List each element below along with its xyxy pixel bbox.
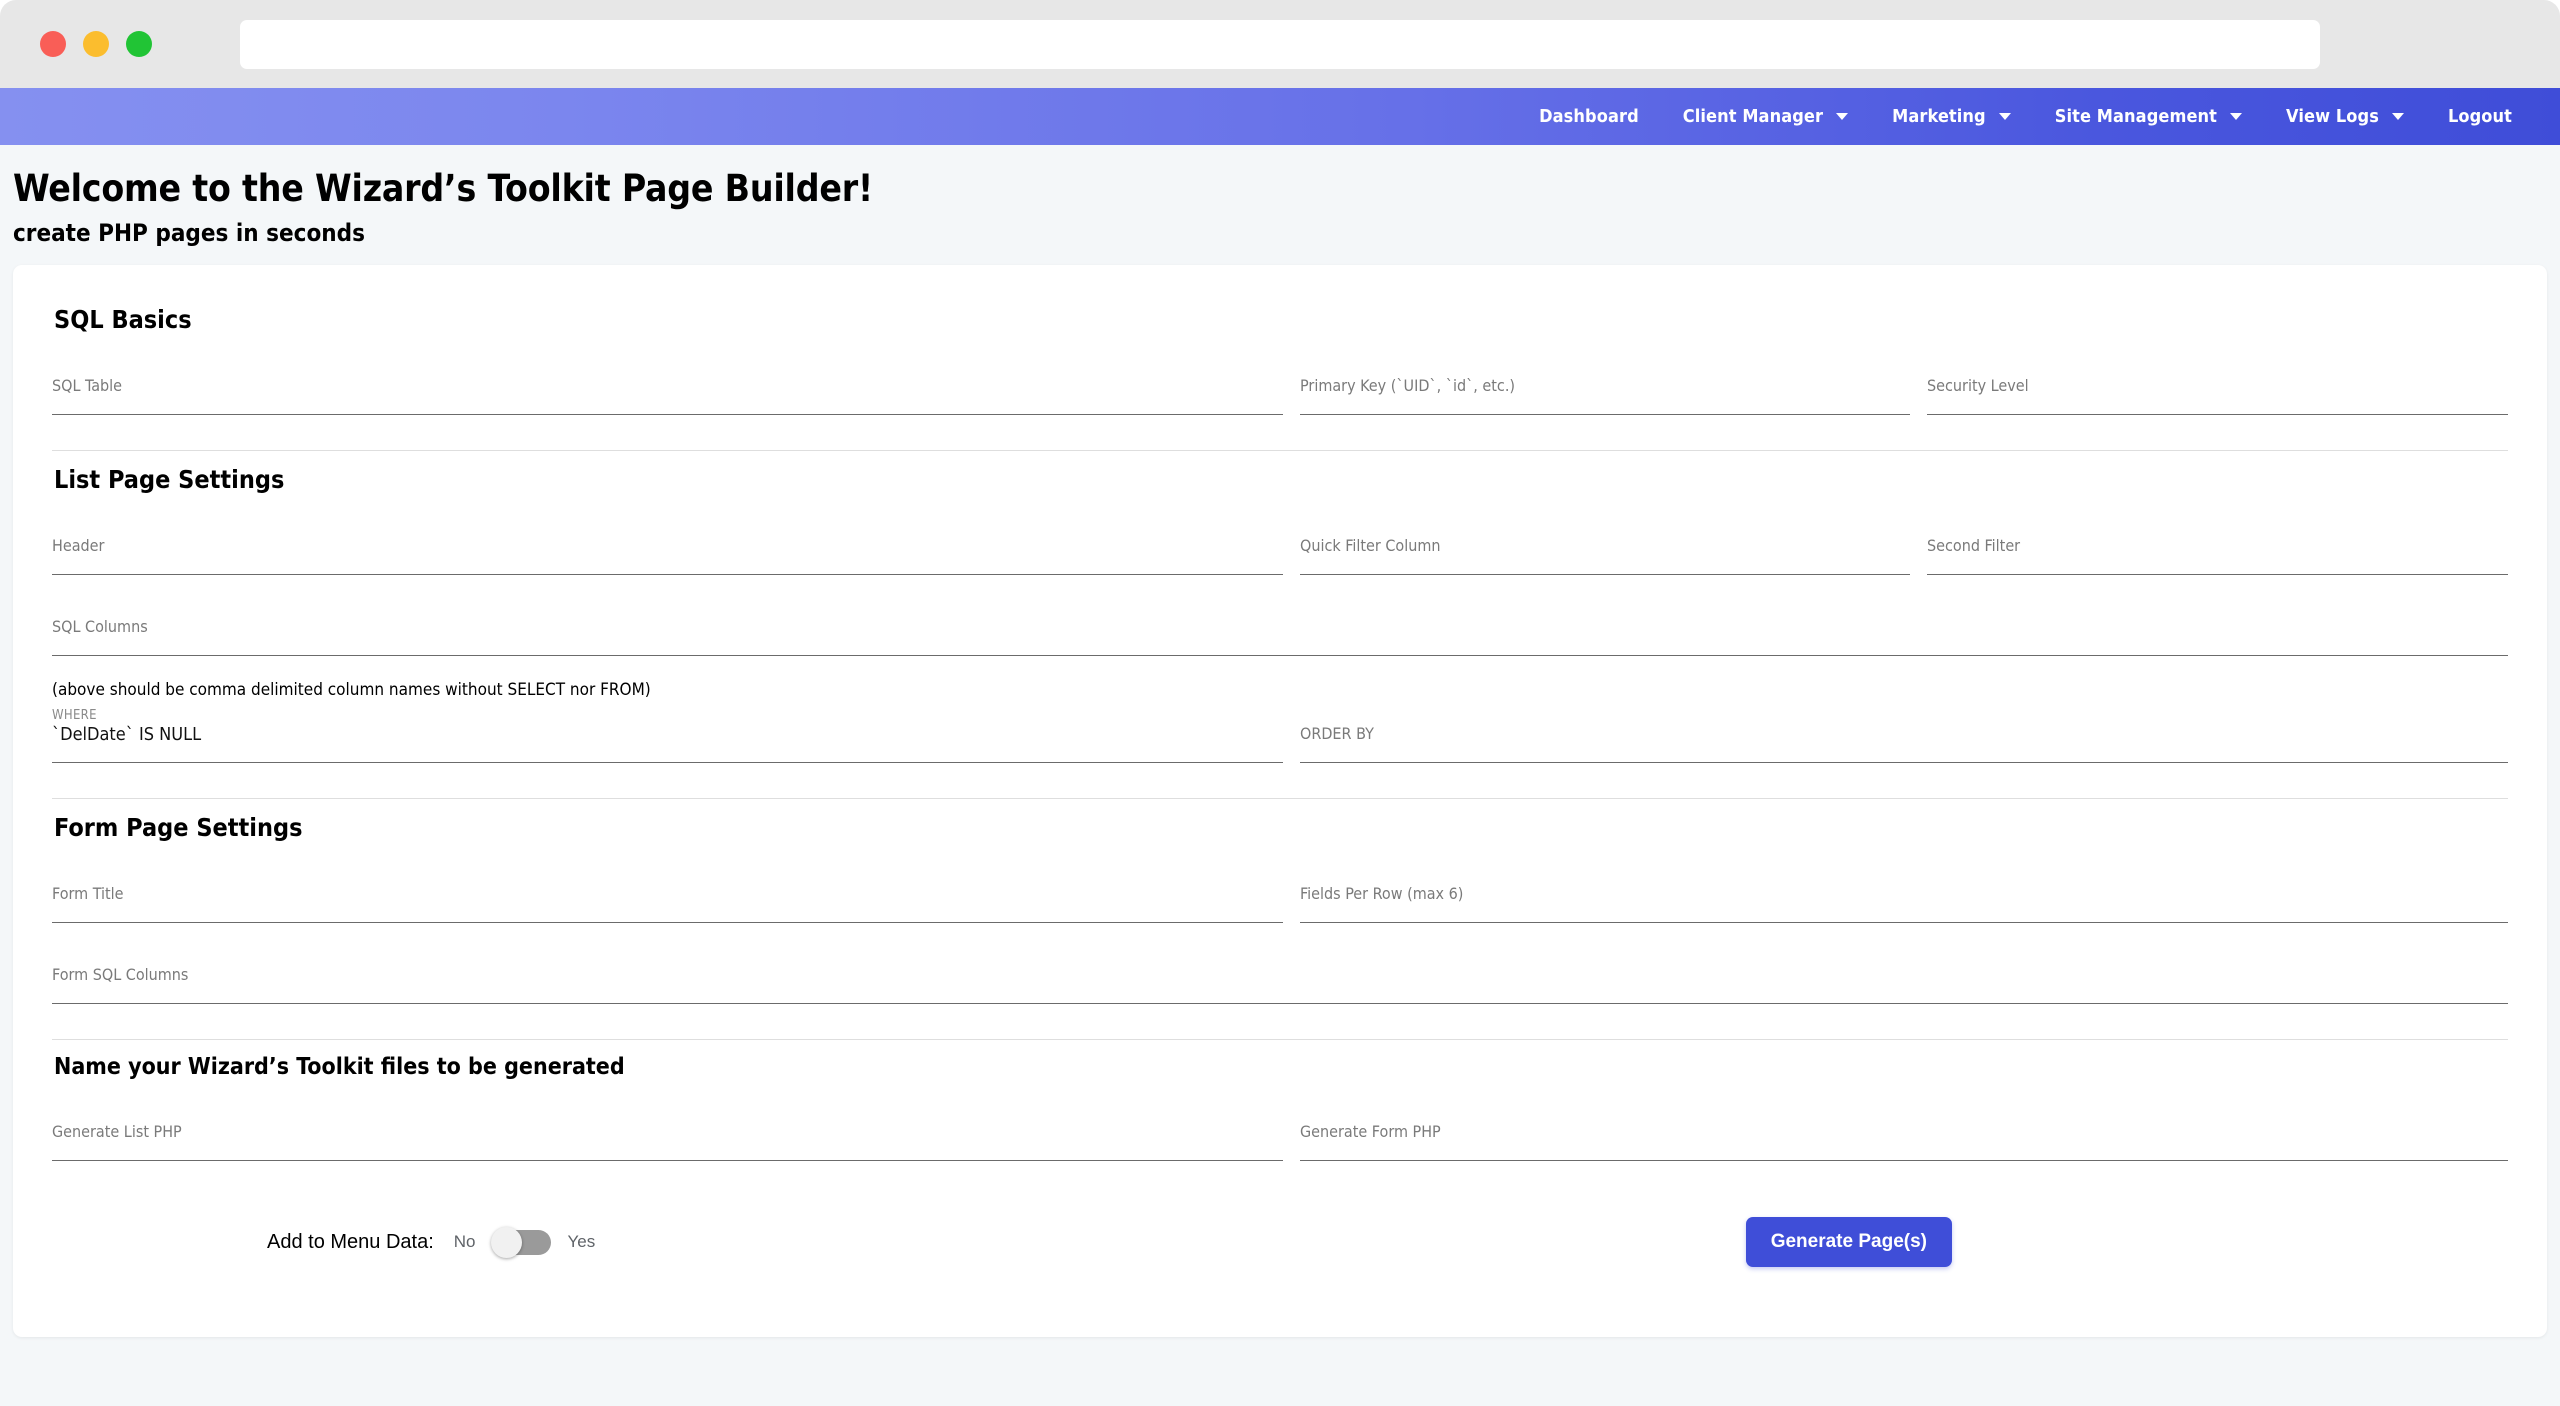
field-form-title[interactable]: Form Title xyxy=(52,868,1283,923)
nav-label: Site Management xyxy=(2054,106,2218,127)
field-quick-filter-column[interactable]: Quick Filter Column xyxy=(1300,520,1910,575)
chevron-down-icon xyxy=(1998,113,2011,120)
nav-label: Logout xyxy=(2447,106,2512,127)
quick-filter-column-placeholder: Quick Filter Column xyxy=(1300,536,1441,555)
primary-key-placeholder: Primary Key (`UID`, `id`, etc.) xyxy=(1300,376,1516,395)
address-bar-input[interactable] xyxy=(240,19,2320,69)
nav-item-dashboard[interactable]: Dashboard xyxy=(1517,98,1661,135)
page-title: Welcome to the Wizard’s Toolkit Page Bui… xyxy=(13,167,873,210)
page-body: Welcome to the Wizard’s Toolkit Page Bui… xyxy=(0,145,2560,1406)
nav-label: Client Manager xyxy=(1682,106,1824,127)
sql-columns-note: (above should be comma delimited column … xyxy=(52,680,651,700)
field-generate-form-php[interactable]: Generate Form PHP xyxy=(1300,1106,2508,1161)
divider xyxy=(52,798,2508,799)
header-placeholder: Header xyxy=(52,536,105,555)
page-builder-card: SQL Basics SQL Table Primary Key (`UID`,… xyxy=(13,265,2547,1337)
section-title-form-page-settings: Form Page Settings xyxy=(54,813,303,842)
minimize-window-icon[interactable] xyxy=(83,31,109,57)
row-form-sql-columns: Form SQL Columns xyxy=(52,949,2508,1004)
nav-item-view-logs[interactable]: View Logs xyxy=(2264,98,2426,135)
field-order-by[interactable]: ORDER BY xyxy=(1300,708,2508,763)
traffic-lights xyxy=(40,31,152,57)
field-form-sql-columns[interactable]: Form SQL Columns xyxy=(52,949,2508,1004)
sql-columns-placeholder: SQL Columns xyxy=(52,617,148,636)
where-value: `DelDate` IS NULL xyxy=(52,724,202,745)
form-footer: Add to Menu Data: No Yes Generate Page(s… xyxy=(52,1217,2508,1267)
add-to-menu-label: Add to Menu Data: xyxy=(267,1230,434,1253)
nav-label: View Logs xyxy=(2286,106,2379,127)
row-file-names: Generate List PHP Generate Form PHP xyxy=(52,1106,2508,1161)
field-sql-columns[interactable]: SQL Columns xyxy=(52,601,2508,656)
section-title-sql-basics: SQL Basics xyxy=(54,305,192,334)
field-where[interactable]: WHERE `DelDate` IS NULL xyxy=(52,708,1283,763)
toggle-option-no: No xyxy=(453,1232,476,1251)
order-by-placeholder: ORDER BY xyxy=(1300,724,1374,743)
nav-label: Dashboard xyxy=(1539,106,1639,127)
switch-knob xyxy=(490,1226,522,1258)
divider xyxy=(52,450,2508,451)
generate-list-php-placeholder: Generate List PHP xyxy=(52,1122,182,1141)
row-sql-basics: SQL Table Primary Key (`UID`, `id`, etc.… xyxy=(52,360,2508,415)
nav-item-marketing[interactable]: Marketing xyxy=(1870,98,2033,135)
field-primary-key[interactable]: Primary Key (`UID`, `id`, etc.) xyxy=(1300,360,1910,415)
close-window-icon[interactable] xyxy=(40,31,66,57)
generate-pages-button[interactable]: Generate Page(s) xyxy=(1745,1217,1952,1267)
field-generate-list-php[interactable]: Generate List PHP xyxy=(52,1106,1283,1161)
row-form-page-top: Form Title Fields Per Row (max 6) xyxy=(52,868,2508,923)
divider xyxy=(52,1039,2508,1040)
field-security-level[interactable]: Security Level xyxy=(1927,360,2508,415)
row-sql-columns: SQL Columns xyxy=(52,601,2508,656)
fields-per-row-placeholder: Fields Per Row (max 6) xyxy=(1300,884,1464,903)
add-to-menu-switch[interactable] xyxy=(490,1226,551,1258)
chevron-down-icon xyxy=(2230,113,2243,120)
security-level-placeholder: Security Level xyxy=(1927,376,2029,395)
nav-item-logout[interactable]: Logout xyxy=(2426,98,2534,135)
where-label: WHERE xyxy=(52,708,97,723)
section-title-list-page-settings: List Page Settings xyxy=(54,465,285,494)
row-list-page-top: Header Quick Filter Column Second Filter xyxy=(52,520,2508,575)
chevron-down-icon xyxy=(1836,113,1849,120)
toggle-option-yes: Yes xyxy=(567,1232,596,1251)
second-filter-placeholder: Second Filter xyxy=(1927,536,2021,555)
sql-table-placeholder: SQL Table xyxy=(52,376,123,395)
nav-item-site-management[interactable]: Site Management xyxy=(2033,98,2264,135)
field-fields-per-row[interactable]: Fields Per Row (max 6) xyxy=(1300,868,2508,923)
generate-form-php-placeholder: Generate Form PHP xyxy=(1300,1122,1441,1141)
form-sql-columns-placeholder: Form SQL Columns xyxy=(52,965,189,984)
main-navigation: Dashboard Client Manager Marketing Site … xyxy=(0,88,2560,145)
nav-item-client-manager[interactable]: Client Manager xyxy=(1661,98,1870,135)
field-header[interactable]: Header xyxy=(52,520,1283,575)
nav-label: Marketing xyxy=(1892,106,1986,127)
row-where-orderby: WHERE `DelDate` IS NULL ORDER BY xyxy=(52,708,2508,763)
maximize-window-icon[interactable] xyxy=(126,31,152,57)
add-to-menu-toggle-group: Add to Menu Data: No Yes xyxy=(267,1226,596,1258)
chevron-down-icon xyxy=(2391,113,2404,120)
page-subtitle: create PHP pages in seconds xyxy=(13,219,365,247)
field-sql-table[interactable]: SQL Table xyxy=(52,360,1283,415)
browser-chrome xyxy=(0,0,2560,88)
hero-section: Welcome to the Wizard’s Toolkit Page Bui… xyxy=(0,145,2560,247)
field-second-filter[interactable]: Second Filter xyxy=(1927,520,2508,575)
section-title-file-names: Name your Wizard’s Toolkit files to be g… xyxy=(54,1054,625,1080)
form-title-placeholder: Form Title xyxy=(52,884,124,903)
